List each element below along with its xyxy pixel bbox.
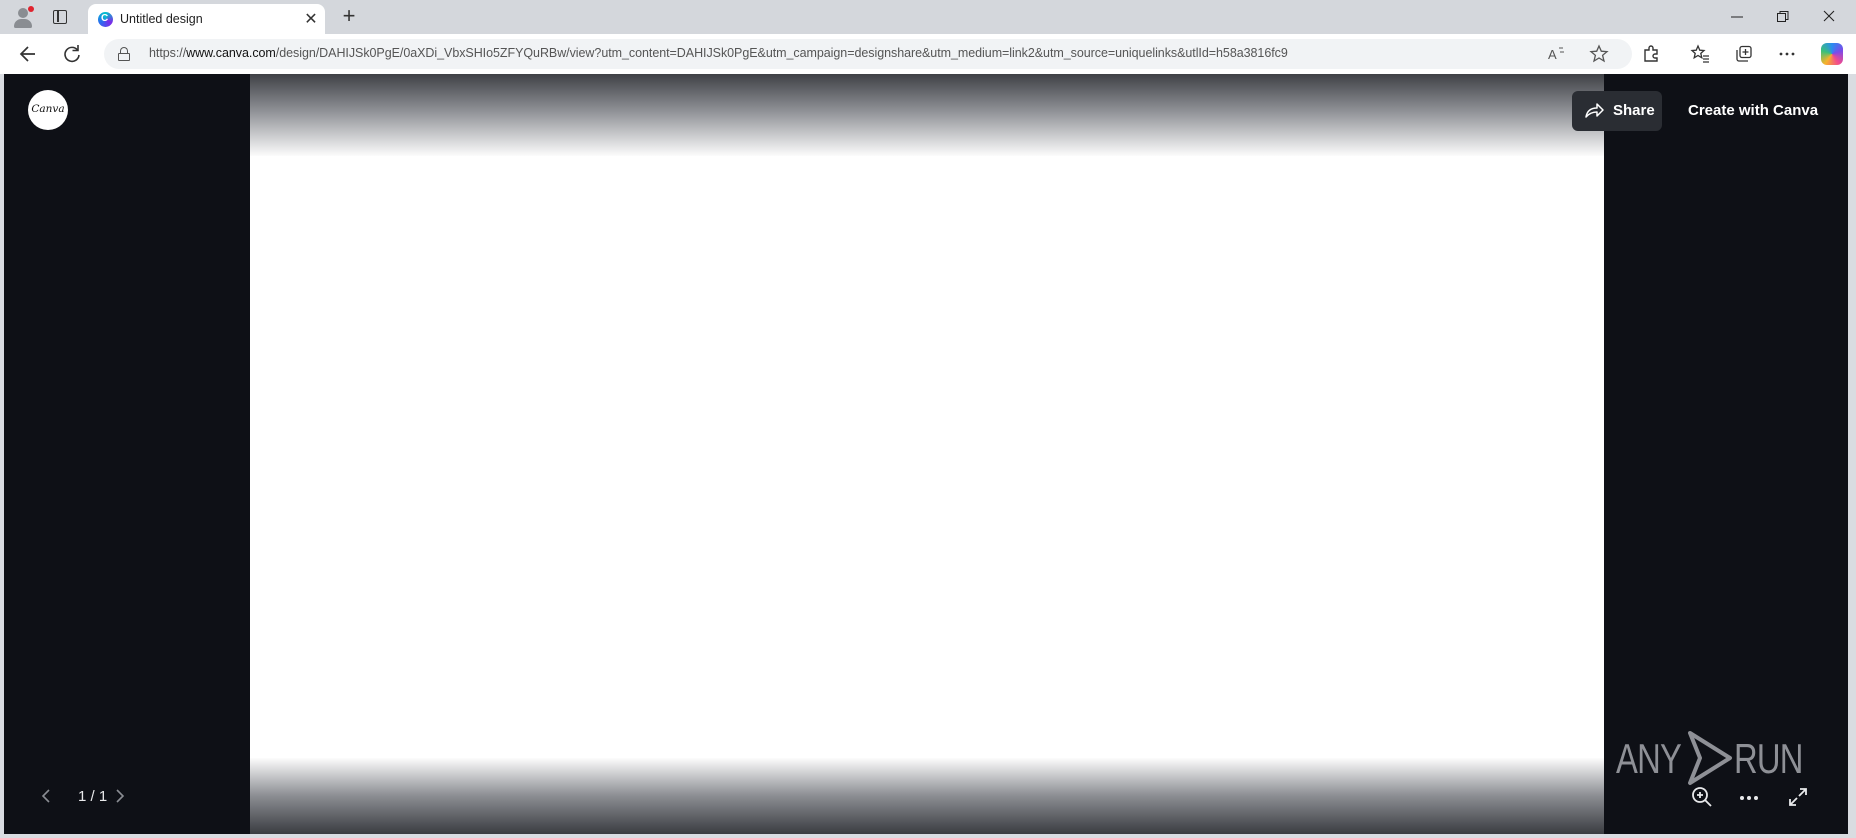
- restore-icon[interactable]: [1771, 6, 1795, 28]
- new-tab-button[interactable]: +: [338, 3, 360, 29]
- more-options-icon[interactable]: [1777, 44, 1797, 64]
- more-actions-icon[interactable]: [1736, 784, 1762, 810]
- next-page-chevron-icon[interactable]: [110, 786, 130, 811]
- collections-icon[interactable]: [1734, 44, 1754, 64]
- tab-strip: Untitled design ✕ +: [0, 0, 1856, 34]
- copilot-icon[interactable]: [1821, 43, 1843, 65]
- page-indicator: 1 / 1: [78, 788, 108, 805]
- address-bar[interactable]: https://www.canva.com/design/DAHIJSk0PgE…: [104, 39, 1632, 69]
- minimize-icon[interactable]: [1725, 6, 1749, 28]
- canva-favicon-icon: [98, 12, 113, 27]
- svg-text:A: A: [1548, 47, 1557, 62]
- watermark-text-right: RUN: [1734, 735, 1803, 782]
- tab-title: Untitled design: [120, 12, 203, 26]
- design-page: [250, 74, 1604, 834]
- browser-toolbar: https://www.canva.com/design/DAHIJSk0PgE…: [0, 34, 1856, 74]
- refresh-icon[interactable]: [60, 42, 84, 66]
- back-arrow-icon[interactable]: [16, 42, 40, 66]
- share-arrow-icon: [1584, 101, 1604, 121]
- close-window-icon[interactable]: [1817, 6, 1841, 28]
- fullscreen-icon[interactable]: [1785, 784, 1811, 810]
- zoom-in-icon[interactable]: [1689, 784, 1715, 810]
- create-with-canva-button[interactable]: Create with Canva: [1674, 91, 1832, 131]
- top-overlay-gradient: [250, 74, 1604, 156]
- read-aloud-icon[interactable]: A: [1547, 44, 1567, 64]
- anyrun-watermark: ANY RUN: [1616, 725, 1803, 787]
- site-info-lock-icon[interactable]: [118, 47, 130, 61]
- previous-page-chevron-icon[interactable]: [36, 786, 56, 811]
- browser-tab-active[interactable]: Untitled design ✕: [88, 4, 325, 34]
- share-button[interactable]: Share: [1572, 91, 1662, 131]
- watermark-play-icon: [1688, 731, 1732, 785]
- canva-logo-text: Canva: [31, 103, 65, 115]
- watermark-text-left: ANY: [1616, 735, 1682, 782]
- browser-window: Untitled design ✕ + https://www.canva.co…: [0, 0, 1856, 838]
- tab-actions-icon[interactable]: [53, 10, 67, 24]
- share-label: Share: [1613, 102, 1655, 119]
- favorite-star-icon[interactable]: [1589, 44, 1609, 64]
- bottom-overlay-gradient: [250, 758, 1604, 834]
- url-text[interactable]: https://www.canva.com/design/DAHIJSk0PgE…: [149, 46, 1288, 60]
- close-tab-icon[interactable]: ✕: [302, 9, 320, 29]
- profile-avatar-icon[interactable]: [12, 6, 34, 28]
- canva-viewer: Canva Share Create with Canva 1 / 1 ANY …: [4, 74, 1848, 834]
- canva-logo[interactable]: Canva: [28, 90, 68, 130]
- extensions-icon[interactable]: [1641, 44, 1661, 64]
- favorites-icon[interactable]: [1690, 44, 1710, 64]
